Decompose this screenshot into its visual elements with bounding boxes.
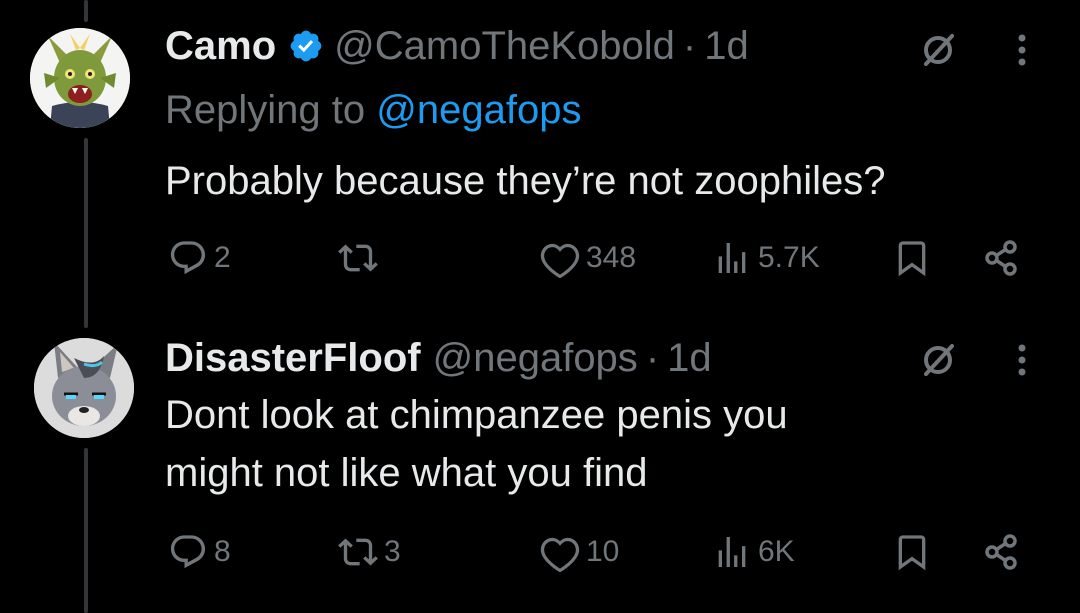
green-kobold-avatar-icon bbox=[30, 28, 130, 128]
bookmark-button[interactable] bbox=[892, 532, 932, 572]
repost-button[interactable] bbox=[338, 238, 384, 278]
reply-icon bbox=[170, 535, 206, 569]
replying-to: Replying to @negafops bbox=[165, 86, 581, 134]
like-count: 348 bbox=[586, 241, 637, 274]
thread-line-upper bbox=[84, 0, 88, 22]
like-button[interactable]: 10 bbox=[540, 532, 619, 572]
action-bar: 8 3 10 6K bbox=[0, 532, 1080, 582]
user-handle[interactable]: @negafops bbox=[433, 334, 638, 382]
view-count: 5.7K bbox=[758, 241, 820, 274]
display-name[interactable]: DisasterFloof bbox=[165, 334, 421, 382]
tweet-text: Dont look at chimpanzee penis you might … bbox=[165, 386, 788, 502]
views-icon bbox=[718, 243, 746, 273]
tweet-header: DisasterFloof @negafops · 1d bbox=[165, 334, 712, 382]
share-icon bbox=[985, 534, 1017, 570]
more-icon[interactable] bbox=[1012, 30, 1032, 75]
reply-button[interactable]: 8 bbox=[168, 532, 231, 572]
reply-button[interactable]: 2 bbox=[168, 238, 231, 278]
timestamp[interactable]: 1d bbox=[704, 22, 749, 70]
tweet-text-line: Probably because they’re not zoophiles? bbox=[165, 159, 886, 203]
avatar[interactable] bbox=[30, 28, 130, 128]
like-count: 10 bbox=[586, 535, 620, 568]
repost-icon bbox=[338, 244, 378, 272]
views-button[interactable]: 6K bbox=[712, 532, 795, 572]
reply-count: 2 bbox=[214, 241, 231, 274]
reply-icon bbox=[170, 241, 206, 275]
replying-prefix: Replying to bbox=[165, 88, 366, 132]
repost-icon bbox=[338, 538, 378, 566]
views-icon bbox=[718, 537, 746, 567]
thread-line-bottom bbox=[84, 448, 88, 613]
share-button[interactable] bbox=[982, 238, 1022, 278]
replying-mention-link[interactable]: @negafops bbox=[376, 88, 581, 132]
views-button[interactable]: 5.7K bbox=[712, 238, 820, 278]
view-count: 6K bbox=[758, 535, 795, 568]
tweet-text: Probably because they’re not zoophiles? bbox=[165, 152, 885, 210]
share-button[interactable] bbox=[982, 532, 1022, 572]
grok-icon[interactable] bbox=[918, 30, 958, 75]
thread-line-lower bbox=[84, 138, 88, 328]
bookmark-button[interactable] bbox=[892, 238, 932, 278]
display-name[interactable]: Camo bbox=[165, 22, 276, 70]
repost-count: 3 bbox=[384, 535, 401, 568]
separator-dot: · bbox=[682, 24, 697, 68]
separator-dot: · bbox=[645, 336, 660, 380]
bookmark-icon bbox=[898, 535, 926, 571]
bookmark-icon bbox=[898, 241, 926, 277]
grok-icon[interactable] bbox=[918, 340, 958, 385]
like-icon bbox=[540, 537, 580, 572]
more-icon[interactable] bbox=[1012, 340, 1032, 385]
tweet-text-line: Dont look at chimpanzee penis you bbox=[165, 393, 788, 437]
avatar[interactable] bbox=[34, 338, 134, 438]
tweet-text-line: might not like what you find bbox=[165, 451, 648, 495]
user-handle[interactable]: @CamoTheKobold bbox=[334, 22, 675, 70]
like-icon bbox=[540, 243, 580, 278]
like-button[interactable]: 348 bbox=[540, 238, 636, 278]
tweet-header: Camo @CamoTheKobold · 1d bbox=[165, 22, 749, 70]
reply-count: 8 bbox=[214, 535, 231, 568]
grey-canine-avatar-icon bbox=[34, 338, 134, 438]
share-icon bbox=[985, 240, 1017, 276]
repost-button[interactable]: 3 bbox=[338, 532, 401, 572]
timestamp[interactable]: 1d bbox=[667, 334, 712, 382]
action-bar: 2 348 5.7K bbox=[0, 238, 1080, 288]
verified-badge-icon bbox=[288, 27, 324, 63]
